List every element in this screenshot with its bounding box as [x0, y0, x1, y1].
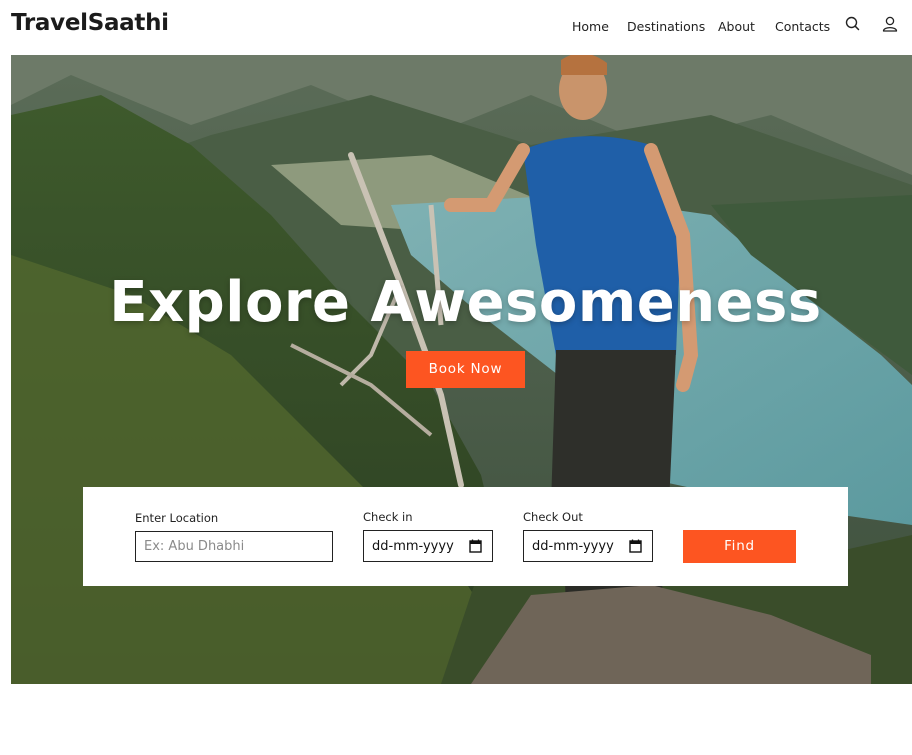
nav-about[interactable]: About	[718, 19, 755, 34]
checkout-date-input[interactable]: dd-mm-yyyy	[523, 530, 653, 562]
calendar-icon[interactable]	[629, 539, 642, 553]
nav-contacts[interactable]: Contacts	[775, 19, 830, 34]
hero-section: Explore Awesomeness Book Now	[11, 55, 912, 684]
location-label: Enter Location	[135, 511, 219, 525]
book-now-button[interactable]: Book Now	[406, 351, 525, 388]
checkout-label: Check Out	[523, 510, 583, 524]
location-input[interactable]	[135, 531, 333, 562]
nav-home[interactable]: Home	[572, 19, 609, 34]
nav-destinations[interactable]: Destinations	[627, 19, 705, 34]
calendar-icon[interactable]	[469, 539, 482, 553]
checkin-date-text: dd-mm-yyyy	[372, 539, 454, 554]
checkout-date-text: dd-mm-yyyy	[532, 539, 614, 554]
site-logo[interactable]: TravelSaathi	[11, 10, 169, 36]
find-button[interactable]: Find	[683, 530, 796, 563]
search-panel: Enter Location Check in dd-mm-yyyy Check…	[83, 487, 848, 586]
site-header: TravelSaathi Home Destinations About Con…	[0, 0, 912, 55]
search-icon[interactable]	[844, 15, 862, 33]
checkin-label: Check in	[363, 510, 413, 524]
user-icon[interactable]	[881, 15, 899, 33]
checkin-date-input[interactable]: dd-mm-yyyy	[363, 530, 493, 562]
hero-title: Explore Awesomeness	[109, 270, 822, 335]
